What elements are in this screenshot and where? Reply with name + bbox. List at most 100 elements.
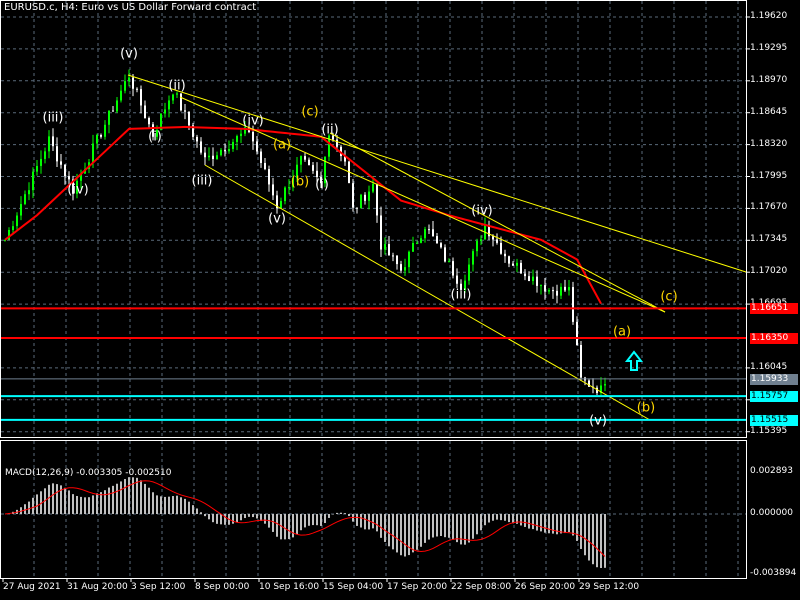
candle-body [396,255,398,265]
time-axis-label: 22 Sep 08:00 [451,582,512,592]
candle-body [12,226,14,230]
candle-body [572,287,574,322]
candle-body [20,204,22,216]
time-axis-label: 31 Aug 20:00 [67,582,128,592]
candle-body [304,156,306,160]
wave-label: (iv) [471,203,493,219]
candle-body [356,207,358,209]
price-axis-label: 1.18970 [750,74,788,85]
candle-body [368,191,370,201]
candle-body [144,105,146,118]
candle-body [240,133,242,137]
price-level-tag: 1.16350 [750,332,798,344]
wave-label: (iii) [42,110,64,126]
candle-body [68,176,70,180]
wave-label: (v) [589,413,607,429]
candle-body [384,244,386,250]
candle-body [120,90,122,101]
time-axis-label: 10 Sep 16:00 [259,582,320,592]
candle-body [228,149,230,152]
candle-body [204,152,206,158]
wave-label: (iii) [191,173,213,189]
candle-body [284,187,286,202]
candle-body [168,100,170,110]
candle-body [264,162,266,170]
candle-body [316,170,318,178]
time-axis-label: 8 Sep 00:00 [195,582,250,592]
wave-label: (v) [268,211,286,227]
price-axis-label: 1.16045 [750,361,788,372]
wave-label: (a) [612,324,632,340]
price-level-tag: 1.15933 [750,373,798,385]
macd-scale-zero: 0.000000 [750,508,793,518]
candle-body [128,77,130,82]
candle-body [64,164,66,177]
candle-body [140,89,142,106]
candle-body [352,183,354,208]
candle-body [100,134,102,137]
candle-body [300,156,302,165]
price-axis-label: 1.17995 [750,170,788,181]
price-axis-label: 1.19295 [750,42,788,53]
candle-body [220,149,222,156]
candle-body [36,165,38,172]
candle-body [504,253,506,257]
candle-body [580,345,582,378]
candle-body [96,134,98,144]
candle-body [136,88,138,90]
candle-body [60,161,62,165]
candle-body [512,263,514,266]
candle-body [492,236,494,240]
candle-body [372,183,374,192]
candle-body [184,110,186,112]
candle-body [288,187,290,189]
trend-line [204,164,651,421]
candle-body [196,136,198,142]
candle-body [468,264,470,281]
candle-body [456,275,458,284]
candle-body [400,264,402,271]
candle-body [516,262,518,266]
candle-body [364,194,366,201]
price-axis-label: 1.18645 [750,106,788,117]
price-axis-label: 1.15395 [750,425,788,436]
candle-body [104,124,106,137]
time-axis-label: 26 Sep 20:00 [515,582,576,592]
candle-body [272,184,274,196]
candle-body [532,276,534,282]
candle-body [472,251,474,265]
candle-body [444,247,446,262]
candle-body [360,194,362,209]
time-axis-label: 27 Aug 2021 [3,582,61,592]
candle-body [176,93,178,95]
candle-body [124,81,126,91]
candle-body [52,136,54,147]
price-level-tag: 1.15515 [750,414,798,426]
candle-body [92,143,94,163]
price-axis-label: 1.18320 [750,138,788,149]
candle-body [548,290,550,292]
candle-body [424,229,426,239]
candle-body [148,117,150,125]
candle-body [508,256,510,264]
price-chart[interactable] [0,0,800,600]
candle-body [208,155,210,158]
candle-body [40,158,42,166]
time-axis-label: 15 Sep 04:00 [323,582,384,592]
candle-body [440,243,442,248]
candle-body [216,155,218,160]
candle-body [576,321,578,346]
candle-body [260,151,262,163]
candle-body [108,110,110,125]
candle-body [48,136,50,152]
candle-body [496,239,498,243]
candle-body [476,241,478,252]
candle-body [556,290,558,296]
candle-body [256,141,258,152]
candle-body [500,242,502,254]
candle-body [164,109,166,114]
wave-label: (i) [148,129,162,145]
candle-body [280,201,282,209]
candle-body [200,141,202,153]
candle-body [428,229,430,231]
